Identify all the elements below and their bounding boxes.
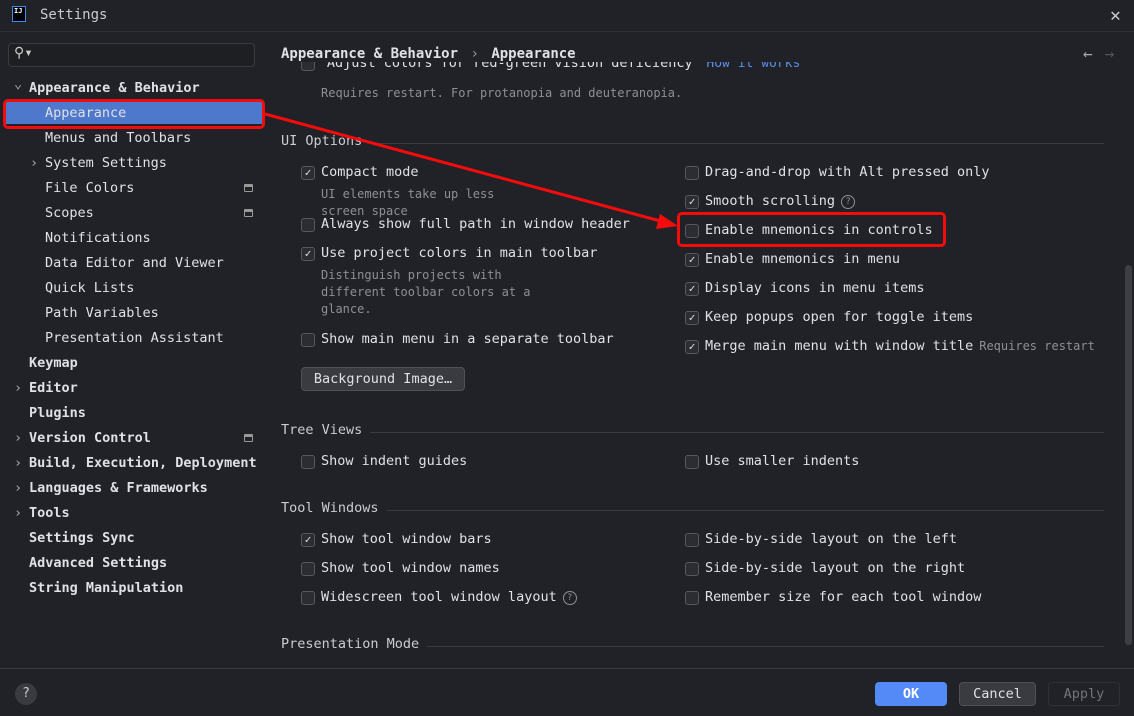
- arrow-line: [264, 112, 665, 224]
- arrow-head: [656, 214, 678, 229]
- annotation-arrow: [264, 112, 678, 229]
